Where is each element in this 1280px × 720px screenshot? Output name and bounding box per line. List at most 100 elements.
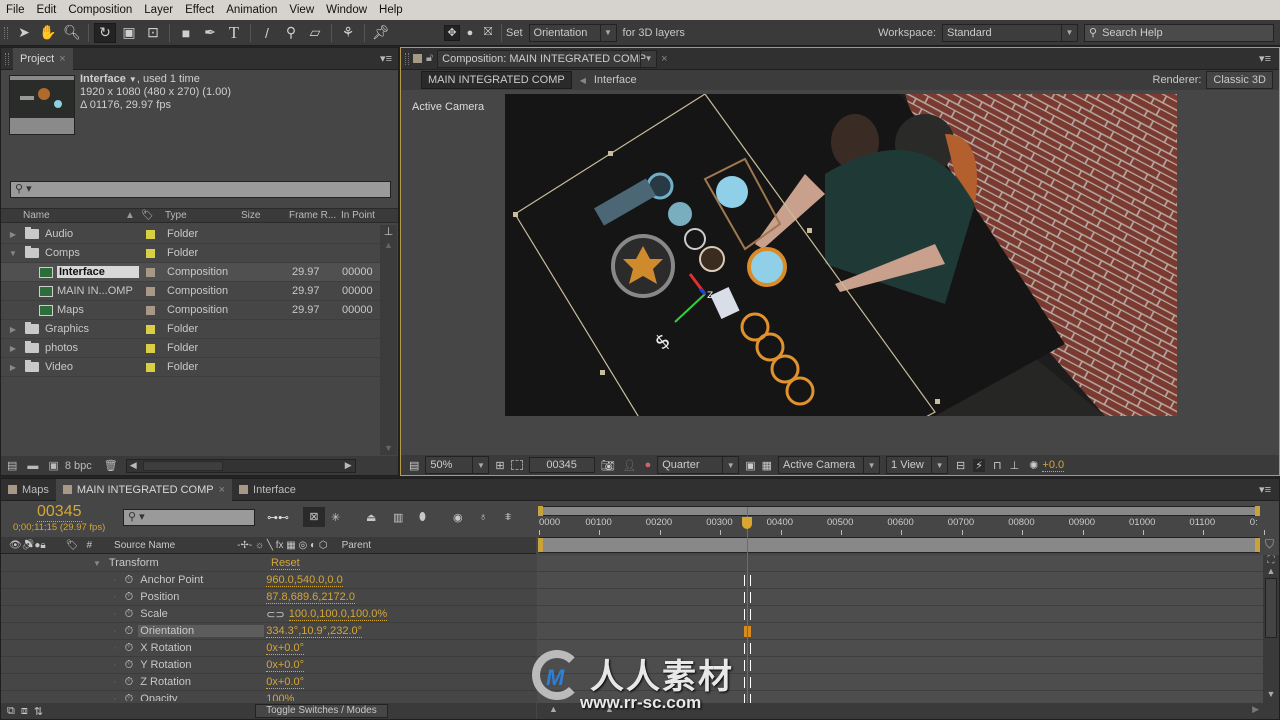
- search-help-input[interactable]: ⚲ Search Help: [1084, 23, 1274, 42]
- draft-3d-icon[interactable]: ⊠: [303, 507, 325, 527]
- track-row[interactable]: [537, 640, 1263, 657]
- renderer-button[interactable]: Classic 3D: [1206, 71, 1273, 89]
- collapse-arrow-icon[interactable]: ▶: [7, 344, 19, 353]
- project-item-comps[interactable]: ▼ Comps Folder: [1, 244, 380, 263]
- collapse-arrow-icon[interactable]: ▶: [7, 363, 19, 372]
- panel-menu-icon[interactable]: ▾≡: [1259, 483, 1271, 496]
- menu-window[interactable]: Window: [320, 4, 373, 16]
- track-row[interactable]: [537, 589, 1263, 606]
- property-value[interactable]: 334.3°,10.9°,232.0°: [266, 625, 363, 638]
- menu-file[interactable]: File: [0, 4, 31, 16]
- tab-timeline-interface[interactable]: Interface: [232, 479, 303, 501]
- flowchart-icon[interactable]: ⊥: [1010, 459, 1020, 472]
- label-color-swatch[interactable]: [146, 344, 155, 353]
- project-search-input[interactable]: ⚲ ▾: [10, 181, 391, 198]
- property-row-scale[interactable]: · ⏱︎ Scale ⊂⊃ 100.0,100.0,100.0%: [1, 606, 536, 623]
- title-action-safe-icon[interactable]: ⊞: [495, 459, 504, 472]
- label-color-swatch[interactable]: [146, 249, 155, 258]
- camera-view-dropdown[interactable]: Active Camera ▼: [778, 456, 881, 474]
- project-item-video[interactable]: ▶ Video Folder: [1, 358, 380, 377]
- work-area-bar[interactable]: [538, 537, 1260, 553]
- number-column[interactable]: #: [86, 540, 92, 551]
- playhead-line[interactable]: [747, 507, 749, 719]
- project-item-graphics[interactable]: ▶ Graphics Folder: [1, 320, 380, 339]
- rotation-tool-icon[interactable]: ↻: [94, 22, 116, 43]
- roto-brush-tool-icon[interactable]: ⚘: [337, 23, 359, 43]
- new-composition-icon[interactable]: ▣: [48, 459, 58, 472]
- interpret-footage-icon[interactable]: ▤: [7, 459, 17, 472]
- breadcrumb-main-comp[interactable]: MAIN INTEGRATED COMP: [421, 71, 572, 89]
- menu-help[interactable]: Help: [373, 4, 409, 16]
- stopwatch-icon[interactable]: ⏱︎: [125, 676, 134, 689]
- timeline-vertical-scrollbar[interactable]: ⛶ ▲ ▼: [1263, 555, 1279, 703]
- menu-edit[interactable]: Edit: [31, 4, 63, 16]
- set-3d-mode-dropdown[interactable]: Orientation ▼: [528, 23, 617, 42]
- av-features-icons[interactable]: 👁︎🔊︎●🔒︎: [9, 540, 46, 551]
- column-parent[interactable]: Parent: [342, 540, 371, 551]
- property-row-anchor-point[interactable]: · ⏱︎ Anchor Point 960.0,540.0,0.0: [1, 572, 536, 589]
- close-icon[interactable]: ×: [661, 53, 667, 65]
- auto-keyframe-icon[interactable]: ♁: [479, 511, 487, 523]
- stopwatch-icon[interactable]: ⏱︎: [125, 591, 134, 604]
- current-time-field[interactable]: 00345: [528, 457, 595, 473]
- composition-tab-dropdown[interactable]: Composition: MAIN INTEGRATED COMP ▼: [437, 49, 658, 68]
- project-scrollbar[interactable]: ⊥ ▲ ▼: [380, 225, 397, 455]
- stopwatch-icon[interactable]: ⏱︎: [125, 625, 134, 638]
- stopwatch-icon[interactable]: ⏱︎: [125, 574, 134, 587]
- project-item-main-in-omp[interactable]: MAIN IN...OMP Composition 29.97 00000: [1, 282, 380, 301]
- resolution-dropdown[interactable]: Quarter ▼: [657, 456, 740, 474]
- composition-viewer[interactable]: Active Camera $ Z: [401, 92, 1279, 455]
- scroll-up-arrow[interactable]: ▲: [380, 240, 397, 250]
- scroll-down-arrow[interactable]: ▼: [1263, 689, 1279, 699]
- local-axis-mode-icon[interactable]: ✥: [444, 24, 460, 41]
- shy-layers-icon[interactable]: ✳: [331, 511, 340, 524]
- label-column-icon[interactable]: 🏷︎: [141, 210, 165, 221]
- show-snapshot-icon[interactable]: 👤︎: [623, 459, 637, 472]
- tab-timeline-maps[interactable]: Maps: [1, 479, 56, 501]
- property-row-opacity[interactable]: · ⏱︎ Opacity 100%: [1, 691, 536, 702]
- column-type[interactable]: Type: [165, 210, 241, 221]
- panel-menu-icon[interactable]: ▾≡: [380, 52, 392, 65]
- puppet-pin-tool-icon[interactable]: 📌︎: [370, 23, 392, 43]
- flowchart-icon[interactable]: ⊥: [380, 225, 397, 238]
- scroll-down-arrow[interactable]: ▼: [380, 443, 397, 453]
- color-channels-icon[interactable]: ●: [645, 459, 652, 471]
- track-row[interactable]: [537, 555, 1263, 572]
- menu-effect[interactable]: Effect: [179, 4, 220, 16]
- expand-arrow-icon[interactable]: ▼: [7, 249, 19, 258]
- panel-menu-icon[interactable]: ▾≡: [1259, 52, 1271, 65]
- work-area-end-handle[interactable]: [1255, 538, 1260, 552]
- property-row-z-rotation[interactable]: · ⏱︎ Z Rotation 0x+0.0°: [1, 674, 536, 691]
- menu-animation[interactable]: Animation: [220, 4, 283, 16]
- column-name[interactable]: Name: [23, 210, 125, 221]
- view-layout-dropdown[interactable]: 1 View ▼: [886, 456, 949, 474]
- keyframe-track-area[interactable]: [537, 555, 1263, 703]
- layer-switches-pane-icon[interactable]: ⧉: [7, 705, 15, 718]
- project-item-audio[interactable]: ▶ Audio Folder: [1, 225, 380, 244]
- world-axis-mode-icon[interactable]: ●: [462, 23, 478, 43]
- scroll-right-arrow[interactable]: ▶: [1252, 704, 1259, 715]
- transparency-grid-icon[interactable]: ▦: [762, 459, 772, 472]
- view-axis-mode-icon[interactable]: ⛝: [480, 23, 496, 43]
- panel-grip[interactable]: [4, 26, 8, 39]
- label-color-swatch[interactable]: [146, 230, 155, 239]
- label-color-swatch[interactable]: [146, 363, 155, 372]
- column-in-point[interactable]: In Point: [341, 210, 375, 221]
- breadcrumb-interface[interactable]: Interface: [594, 74, 637, 86]
- snapshot-camera-icon[interactable]: 📷︎: [601, 459, 615, 472]
- toggle-switches-modes-button[interactable]: Toggle Switches / Modes: [255, 704, 388, 718]
- rectangle-tool-icon[interactable]: ■: [175, 23, 197, 43]
- track-row[interactable]: [537, 674, 1263, 691]
- camera-tool-icon[interactable]: ▣: [118, 23, 140, 43]
- switches-icons[interactable]: -✢- ☼ ╲ fx ▦ ◎ ◐ ⬡: [237, 540, 327, 551]
- property-value[interactable]: 87.8,689.6,2172.0: [266, 591, 355, 604]
- property-row-x-rotation[interactable]: · ⏱︎ X Rotation 0x+0.0°: [1, 640, 536, 657]
- track-row[interactable]: [537, 691, 1263, 703]
- project-item-maps[interactable]: Maps Composition 29.97 00000: [1, 301, 380, 320]
- reset-exposure-icon[interactable]: ✺: [1029, 459, 1038, 472]
- time-navigator[interactable]: [538, 506, 1260, 516]
- track-row[interactable]: [537, 606, 1263, 623]
- timeline-zoom-bar[interactable]: ▲ ▲ ▶: [537, 703, 1279, 719]
- region-of-interest-icon[interactable]: [510, 460, 523, 470]
- selection-tool-icon[interactable]: ➤: [13, 23, 35, 43]
